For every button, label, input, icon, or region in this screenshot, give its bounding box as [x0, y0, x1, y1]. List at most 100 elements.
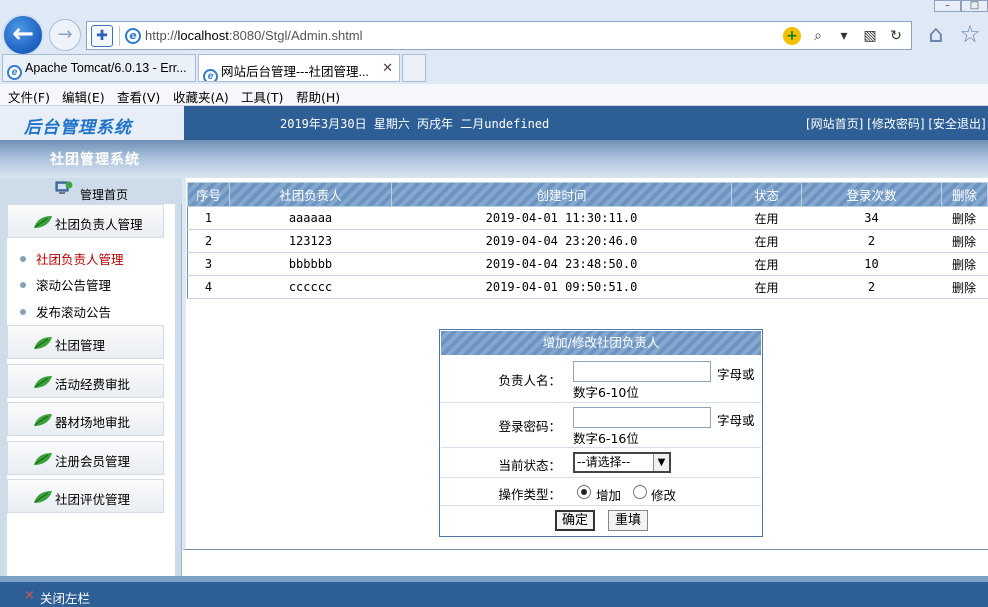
cell-created: 2019-04-04 23:20:46.0 [391, 229, 732, 253]
password-hint-rule: 数字6-16位 [573, 431, 639, 446]
cell-leader: aaaaaa [229, 206, 392, 230]
maximize-button[interactable]: □ [961, 0, 988, 12]
compat-view-icon[interactable]: ▧ [861, 27, 879, 45]
cell-status: 在用 [731, 275, 802, 299]
site-logo: 后台管理系统 [24, 118, 132, 138]
sidebar-group-equipment[interactable]: 器材场地审批 [7, 402, 164, 436]
submit-button[interactable]: 确定 [555, 510, 595, 531]
system-title: 社团管理系统 [50, 152, 140, 168]
cell-index: 2 [187, 229, 230, 253]
radio-add[interactable] [577, 485, 591, 499]
refresh-icon[interactable]: ↻ [887, 27, 905, 45]
url-host: localhost [177, 28, 229, 43]
radio-edit[interactable] [633, 485, 647, 499]
sidebar-link-leader-manage[interactable]: 社团负责人管理 [20, 249, 124, 268]
url-rest: :8080/Stgl/Admin.shtml [228, 28, 363, 43]
delete-link[interactable]: 删除 [941, 275, 988, 299]
favorites-star-icon[interactable]: ☆ [956, 20, 984, 48]
home-icon[interactable]: ⌂ [922, 20, 950, 48]
cell-status: 在用 [731, 206, 802, 230]
menu-tools[interactable]: 工具(T) [241, 87, 283, 106]
close-icon[interactable]: × [24, 588, 35, 603]
tab-admin[interactable]: e 网站后台管理---社团管理... ✕ [198, 54, 400, 82]
menu-bar: 文件(F) 编辑(E) 查看(V) 收藏夹(A) 工具(T) 帮助(H) [0, 84, 988, 106]
ie-tab-icon: e [203, 69, 218, 81]
compat-shield-icon[interactable]: ✚ [91, 25, 113, 47]
table-row: 4 cccccc 2019-04-01 09:50:51.0 在用 2 删除 [187, 275, 988, 299]
menu-edit[interactable]: 编辑(E) [62, 87, 105, 106]
header-links[interactable]: [网站首页] [修改密码] [安全退出] [806, 115, 986, 132]
browser-chrome: ← → ✚ e http://localhost:8080/Stgl/Admin… [0, 0, 988, 106]
search-icon[interactable]: ⌕ [809, 27, 827, 45]
menu-file[interactable]: 文件(F) [8, 87, 50, 106]
sidebar-group-club[interactable]: 社团管理 [7, 325, 164, 359]
menu-favorites[interactable]: 收藏夹(A) [173, 87, 229, 106]
add-on-icon[interactable]: + [783, 27, 801, 45]
delete-link[interactable]: 删除 [941, 229, 988, 253]
password-input[interactable] [573, 407, 711, 428]
sidebar-group-label: 社团管理 [55, 338, 106, 353]
address-tools: + ⌕ ▾ ▧ ↻ [783, 26, 905, 46]
cell-leader: 123123 [229, 229, 392, 253]
col-leader: 社团负责人 [229, 182, 392, 207]
sidebar-link-notice-manage[interactable]: 滚动公告管理 [20, 275, 111, 294]
main-content: 序号 社团负责人 创建时间 状态 登录次数 删除 1 aaaaaa 2019-0… [182, 178, 988, 576]
date-display: 2019年3月30日 星期六 丙戌年 二月undefined [280, 117, 550, 131]
leaf-icon [34, 337, 52, 349]
close-tab-icon[interactable]: ✕ [382, 60, 393, 76]
cell-login-count: 2 [801, 275, 942, 299]
cell-status: 在用 [731, 252, 802, 276]
address-bar[interactable]: ✚ e http://localhost:8080/Stgl/Admin.sht… [86, 21, 912, 50]
sidebar-home[interactable]: 管理首页 [0, 178, 182, 204]
reset-button[interactable]: 重填 [608, 510, 648, 531]
leader-table: 序号 社团负责人 创建时间 状态 登录次数 删除 1 aaaaaa 2019-0… [187, 182, 988, 299]
col-delete: 删除 [941, 182, 988, 207]
leaf-icon [34, 216, 52, 228]
tab-label: Apache Tomcat/6.0.13 - Err... [25, 61, 187, 75]
cell-index: 1 [187, 206, 230, 230]
name-label: 负责人名： [498, 373, 561, 388]
sidebar-group-awards[interactable]: 社团评优管理 [7, 479, 164, 513]
footer-bar: × 关闭左栏 [0, 576, 988, 607]
status-select[interactable]: --请选择-- ▼ [573, 452, 671, 473]
delete-link[interactable]: 删除 [941, 252, 988, 276]
ie-page-icon: e [125, 28, 141, 44]
forward-button[interactable]: → [49, 19, 81, 51]
sidebar-group-funding[interactable]: 活动经费审批 [7, 364, 164, 398]
sidebar-group-label: 注册会员管理 [55, 454, 131, 469]
cell-created: 2019-04-04 23:48:50.0 [391, 252, 732, 276]
computer-globe-icon [55, 181, 73, 194]
cell-leader: bbbbbb [229, 252, 392, 276]
delete-link[interactable]: 删除 [941, 206, 988, 230]
tab-tomcat[interactable]: e Apache Tomcat/6.0.13 - Err... [2, 54, 196, 82]
sidebar: 管理首页 社团负责人管理 社团负责人管理 滚动公告管理 发布滚动公告 社团管理 … [0, 178, 182, 576]
leader-form: 增加/修改社团负责人 负责人名： 字母或 数字6-10位 登录密码： 字母或 数… [439, 329, 763, 537]
form-row-operation: 操作类型： 增加 修改 [441, 477, 761, 505]
logo-slant [164, 106, 184, 140]
dropdown-arrow-icon[interactable]: ▾ [835, 27, 853, 45]
header-bar: 后台管理系统 2019年3月30日 星期六 丙戌年 二月undefined [网… [0, 106, 988, 140]
sidebar-group-members[interactable]: 注册会员管理 [7, 441, 164, 475]
menu-view[interactable]: 查看(V) [117, 87, 160, 106]
new-tab-button[interactable] [402, 54, 426, 82]
status-selected-value: --请选择-- [577, 455, 631, 469]
address-url[interactable]: http://localhost:8080/Stgl/Admin.shtml [145, 28, 363, 43]
sidebar-link-notice-publish[interactable]: 发布滚动公告 [20, 302, 111, 321]
sidebar-group-label: 活动经费审批 [55, 377, 131, 392]
sidebar-link-label: 社团负责人管理 [36, 252, 124, 267]
leader-name-input[interactable] [573, 361, 711, 382]
sidebar-home-label: 管理首页 [80, 188, 129, 202]
minimize-button[interactable]: – [934, 0, 961, 12]
password-label: 登录密码： [498, 419, 561, 434]
cell-status: 在用 [731, 229, 802, 253]
form-title: 增加/修改社团负责人 [441, 331, 761, 355]
url-prefix: http:// [145, 28, 178, 43]
close-left-panel-link[interactable]: 关闭左栏 [40, 588, 90, 607]
back-button[interactable]: ← [2, 14, 44, 56]
cell-leader: cccccc [229, 275, 392, 299]
col-created: 创建时间 [391, 182, 732, 207]
web-page: 后台管理系统 2019年3月30日 星期六 丙戌年 二月undefined [网… [0, 106, 988, 607]
sidebar-group-leader[interactable]: 社团负责人管理 [7, 204, 164, 238]
address-separator [119, 26, 120, 46]
menu-help[interactable]: 帮助(H) [296, 87, 340, 106]
